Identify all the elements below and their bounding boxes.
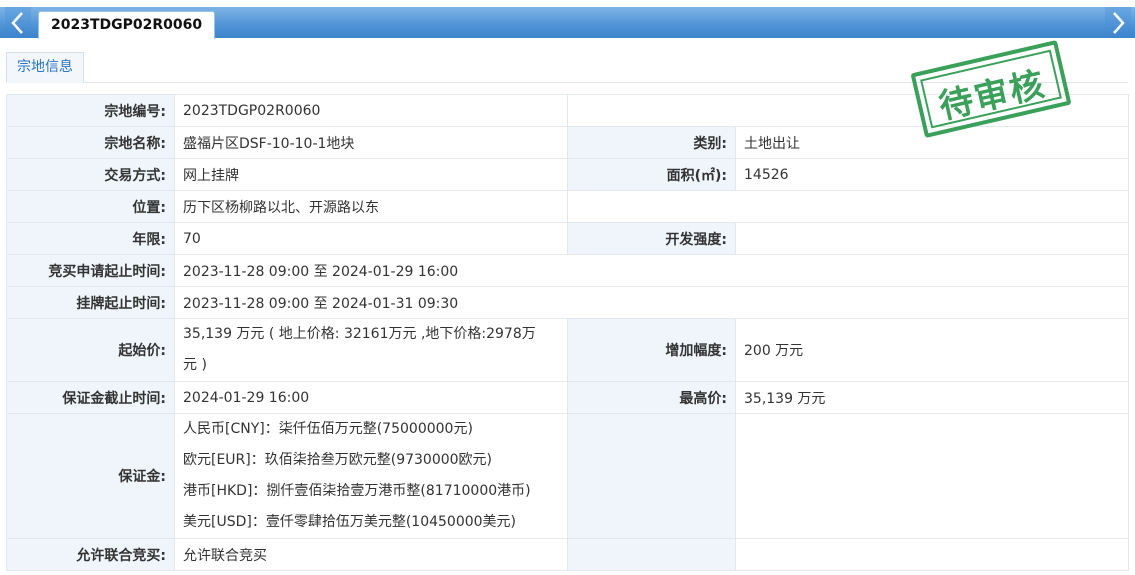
area-value: 14526	[735, 158, 1129, 191]
location-value: 历下区杨柳路以北、开源路以东	[174, 190, 568, 223]
empty-cell	[735, 538, 1129, 571]
intensity-value	[735, 222, 1129, 255]
empty-cell	[735, 413, 1129, 539]
parcel-info-table: 宗地编号: 2023TDGP02R0060 宗地名称: 盛福片区DSF-10-1…	[6, 94, 1129, 571]
table-row: 保证金截止时间: 2024-01-29 16:00 最高价: 35,139 万元	[6, 381, 1129, 414]
table-row: 允许联合竞买: 允许联合竞买	[6, 538, 1129, 571]
parcel-no-label: 宗地编号:	[6, 94, 175, 127]
table-row: 竞买申请起止时间: 2023-11-28 09:00 至 2024-01-29 …	[6, 254, 1129, 287]
start-price-line: 35,139 万元 ( 地上价格: 32161万元 ,地下价格:2978万	[183, 326, 536, 342]
table-row: 宗地名称: 盛福片区DSF-10-10-1地块 类别: 土地出让	[6, 126, 1129, 159]
area-label: 面积(㎡):	[567, 158, 736, 191]
parcel-no-value: 2023TDGP02R0060	[174, 94, 568, 127]
table-row: 挂牌起止时间: 2023-11-28 09:00 至 2024-01-31 09…	[6, 286, 1129, 319]
intensity-label: 开发强度:	[567, 222, 736, 255]
table-row: 起始价: 35,139 万元 ( 地上价格: 32161万元 ,地下价格:297…	[6, 318, 1129, 382]
location-label: 位置:	[6, 190, 175, 223]
listing-value: 2023-11-28 09:00 至 2024-01-31 09:30	[174, 286, 1129, 319]
chevron-left-icon[interactable]	[5, 7, 31, 38]
empty-cell	[567, 538, 736, 571]
category-label: 类别:	[567, 126, 736, 159]
table-row: 年限: 70 开发强度:	[6, 222, 1129, 255]
table-row: 位置: 历下区杨柳路以北、开源路以东	[6, 190, 1129, 223]
start-price-line: 元 )	[183, 357, 207, 373]
tab-parcel-info[interactable]: 宗地信息	[6, 52, 84, 83]
chevron-right-icon[interactable]	[1105, 7, 1131, 38]
bid-apply-value: 2023-11-28 09:00 至 2024-01-29 16:00	[174, 254, 1129, 287]
deposit-label: 保证金:	[6, 413, 175, 539]
trade-method-value: 网上挂牌	[174, 158, 568, 191]
start-price-value: 35,139 万元 ( 地上价格: 32161万元 ,地下价格:2978万 元 …	[174, 318, 568, 382]
deposit-eur: 欧元[EUR]：玖佰柒拾叁万欧元整(9730000欧元)	[183, 452, 493, 468]
deposit-hkd: 港币[HKD]：捌仟壹佰柒拾壹万港币整(81710000港币)	[183, 483, 531, 499]
parcel-name-label: 宗地名称:	[6, 126, 175, 159]
increment-label: 增加幅度:	[567, 318, 736, 382]
trade-method-label: 交易方式:	[6, 158, 175, 191]
parcel-name-value: 盛福片区DSF-10-10-1地块	[174, 126, 568, 159]
term-value: 70	[174, 222, 568, 255]
joint-bid-label: 允许联合竞买:	[6, 538, 175, 571]
max-price-label: 最高价:	[567, 381, 736, 414]
deposit-cny: 人民币[CNY]：柒仟伍佰万元整(75000000元)	[183, 421, 473, 437]
deposit-deadline-value: 2024-01-29 16:00	[174, 381, 568, 414]
table-row: 交易方式: 网上挂牌 面积(㎡): 14526	[6, 158, 1129, 191]
deposit-deadline-label: 保证金截止时间:	[6, 381, 175, 414]
bid-apply-label: 竞买申请起止时间:	[6, 254, 175, 287]
joint-bid-value: 允许联合竞买	[174, 538, 568, 571]
increment-value: 200 万元	[735, 318, 1129, 382]
listing-label: 挂牌起止时间:	[6, 286, 175, 319]
tab-bar: 2023TDGP02R0060	[0, 7, 1135, 39]
start-price-label: 起始价:	[6, 318, 175, 382]
table-row: 保证金: 人民币[CNY]：柒仟伍佰万元整(75000000元) 欧元[EUR]…	[6, 413, 1129, 539]
tab-parcel[interactable]: 2023TDGP02R0060	[38, 11, 216, 39]
deposit-usd: 美元[USD]：壹仟零肆拾伍万美元整(10450000美元)	[183, 514, 517, 530]
empty-cell	[567, 413, 736, 539]
term-label: 年限:	[6, 222, 175, 255]
empty-cell	[567, 190, 1129, 223]
max-price-value: 35,139 万元	[735, 381, 1129, 414]
deposit-value: 人民币[CNY]：柒仟伍佰万元整(75000000元) 欧元[EUR]：玖佰柒拾…	[174, 413, 568, 539]
